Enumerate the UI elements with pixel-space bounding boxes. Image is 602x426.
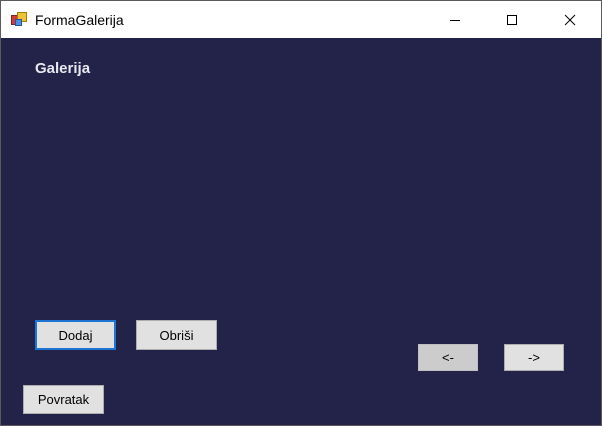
- minimize-button[interactable]: [432, 1, 478, 38]
- maximize-icon: [507, 14, 517, 25]
- close-button[interactable]: [547, 1, 593, 38]
- app-window: FormaGalerija Galerija Dodaj Obriši <- -…: [0, 0, 602, 426]
- minimize-icon: [450, 19, 460, 21]
- previous-button[interactable]: <-: [418, 344, 478, 371]
- window-title: FormaGalerija: [35, 12, 124, 28]
- next-button[interactable]: ->: [504, 344, 564, 371]
- close-icon: [564, 14, 576, 25]
- form-app-icon: [11, 12, 27, 26]
- form-client-area: Galerija Dodaj Obriši <- -> Povratak: [1, 38, 601, 425]
- title-bar[interactable]: FormaGalerija: [1, 1, 601, 38]
- add-button[interactable]: Dodaj: [35, 320, 116, 350]
- back-button[interactable]: Povratak: [23, 385, 104, 414]
- maximize-button[interactable]: [489, 1, 535, 38]
- delete-button[interactable]: Obriši: [136, 320, 217, 350]
- gallery-heading: Galerija: [35, 60, 91, 77]
